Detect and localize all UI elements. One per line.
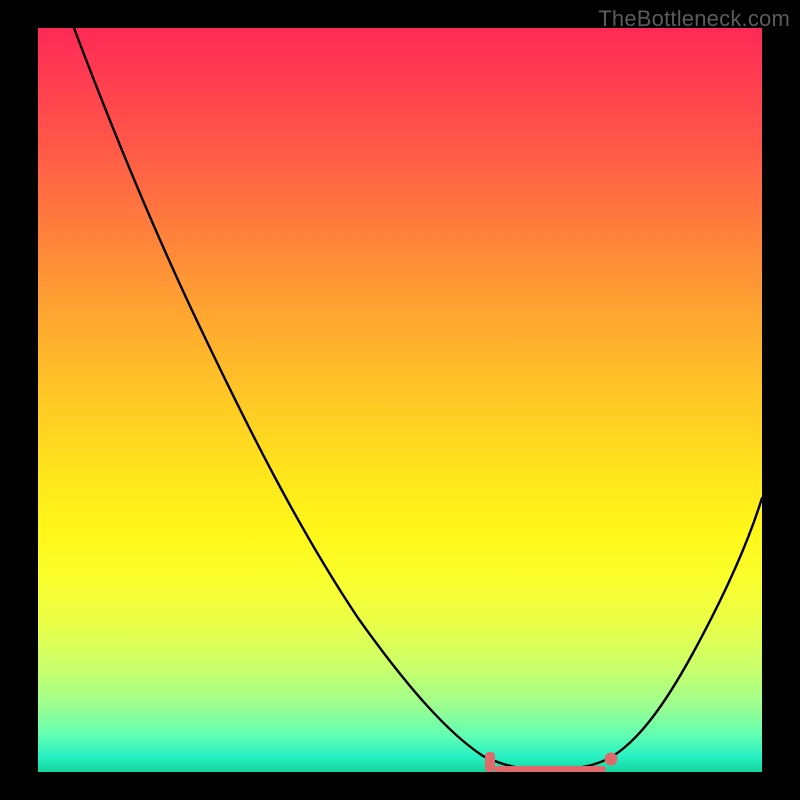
optimal-range-marker <box>485 752 495 772</box>
plot-area <box>38 28 762 772</box>
curve-path <box>74 28 762 770</box>
watermark-text: TheBottleneck.com <box>598 6 790 32</box>
bottleneck-curve <box>38 28 762 772</box>
optimal-point-marker <box>605 753 618 766</box>
chart-frame: TheBottleneck.com <box>0 0 800 800</box>
optimal-range-underline <box>494 766 606 772</box>
